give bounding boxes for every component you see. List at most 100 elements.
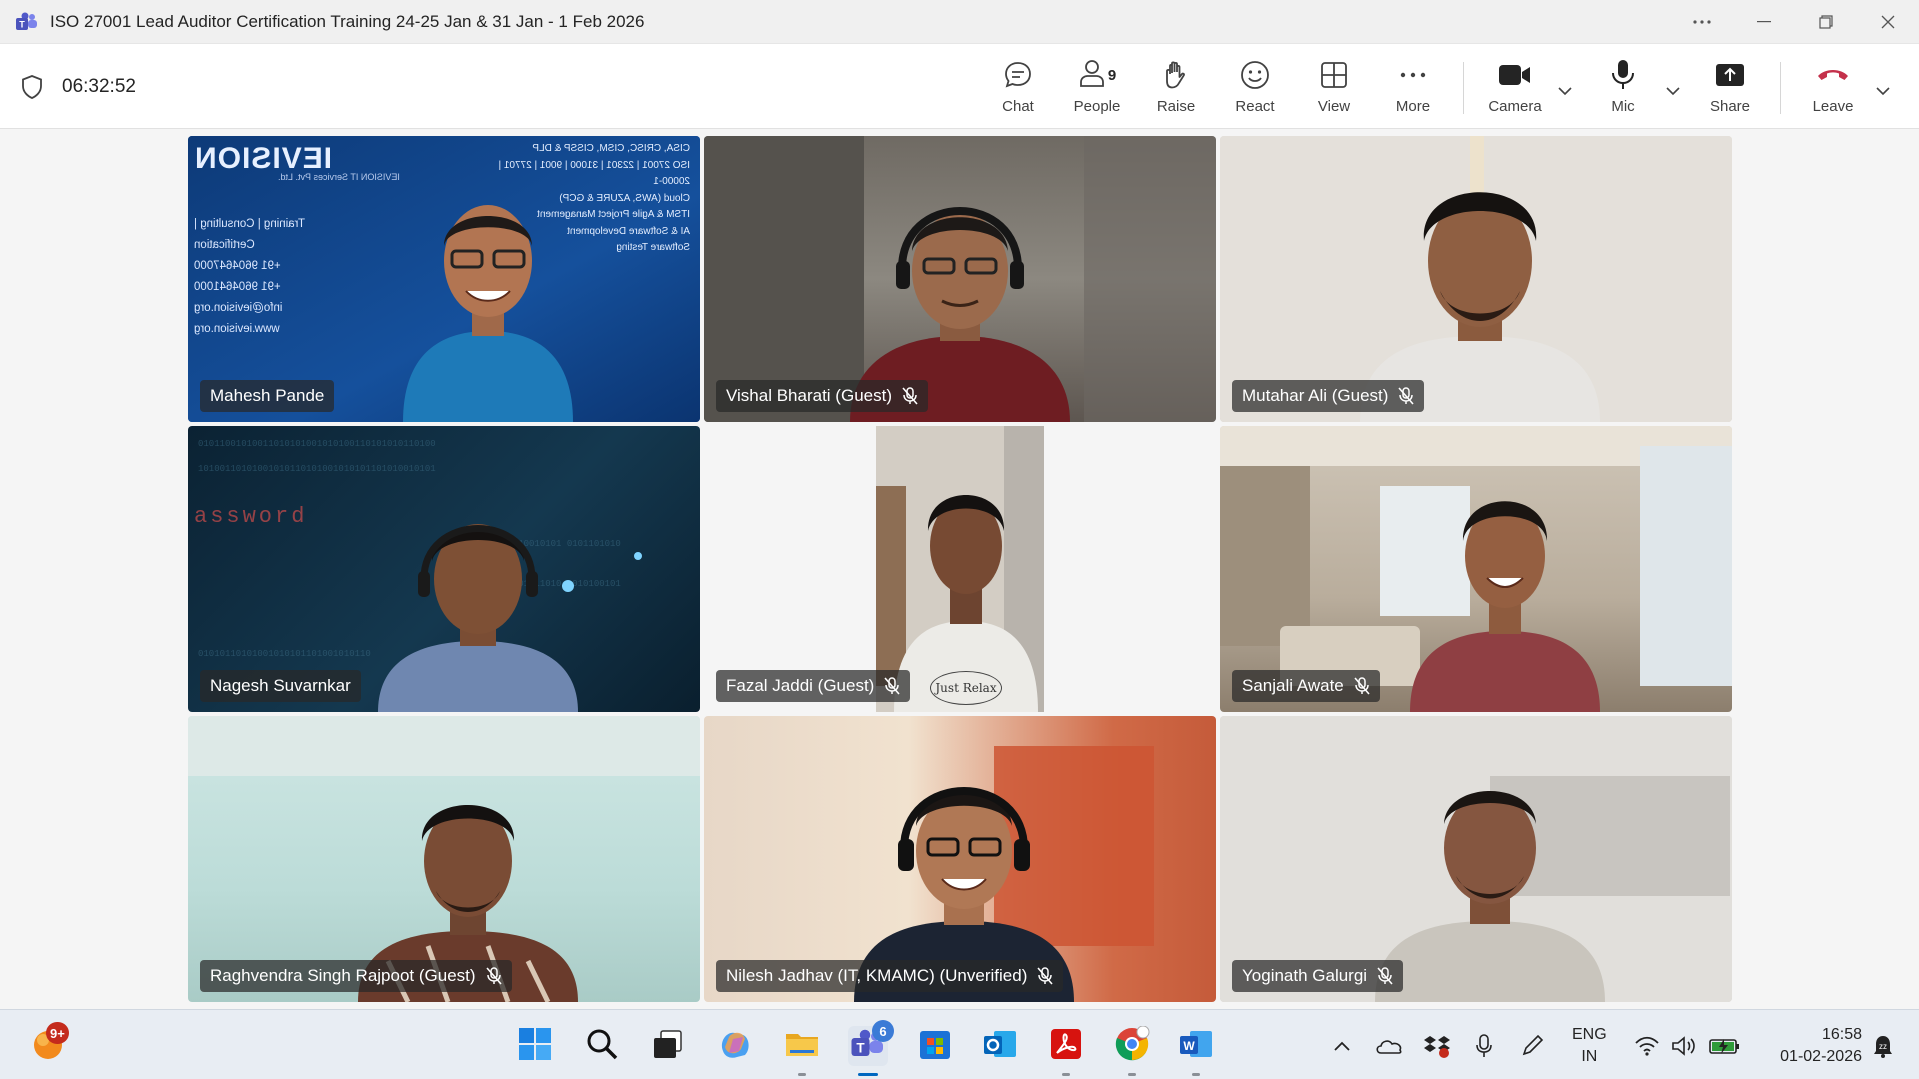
teams-icon: T [16,11,38,33]
search-button[interactable] [582,1026,622,1066]
share-label: Share [1709,98,1751,115]
window-title-bar: T ISO 27001 Lead Auditor Certification T… [0,0,1919,44]
word-icon: W [1178,1027,1214,1066]
mic-muted-icon [1377,967,1393,985]
file-explorer-button[interactable] [782,1026,822,1076]
view-button[interactable]: View [1296,56,1372,122]
onedrive-icon[interactable] [1374,1032,1404,1060]
bullet-text: ISO 27001 | 22301 | 31000 | 9001 | 27701… [498,159,690,188]
restore-button[interactable] [1795,0,1857,44]
show-hidden-icons-chevron-icon[interactable] [1330,1032,1354,1060]
participant-nametag: Raghvendra Singh Rajpoot (Guest) [200,960,512,992]
close-button[interactable] [1857,0,1919,44]
video-tile[interactable]: Yoginath Galurgi [1220,716,1732,1002]
share-button[interactable]: Share [1692,56,1768,122]
participant-name: Nilesh Jadhav (IT, KMAMC) (Unverified) [726,966,1028,985]
input-language-indicator[interactable]: ENG IN [1572,1024,1607,1068]
participant-name: Vishal Bharati (Guest) [726,386,892,405]
video-tile[interactable]: Vishal Bharati (Guest) [704,136,1216,422]
ievision-phone-1: +91 9604647000 [194,260,281,272]
leave-label: Leave [1812,98,1854,115]
camera-options-chevron-icon[interactable] [1556,82,1574,100]
search-icon [585,1027,619,1066]
participant-nametag: Fazal Jaddi (Guest) [716,670,911,702]
raise-hand-button[interactable]: Raise [1138,56,1214,122]
weather-widget-button[interactable]: 9+ [28,1022,69,1066]
teams-taskbar-button[interactable]: T 6 [848,1020,894,1076]
more-options-icon[interactable] [1671,0,1733,44]
video-tile[interactable]: IEVISION Training | Consulting | Certifi… [188,136,700,422]
task-view-button[interactable] [648,1026,688,1066]
running-indicator [798,1073,806,1076]
people-label: People [1073,98,1121,115]
wifi-icon[interactable] [1632,1032,1662,1060]
bullet-text: ITSM & Agile Project Management [537,209,690,220]
dropbox-icon[interactable] [1422,1032,1452,1060]
video-tile[interactable]: Raghvendra Singh Rajpoot (Guest) [188,716,700,1002]
video-tile[interactable]: Sanjali Awate [1220,426,1732,712]
participant-nametag: Vishal Bharati (Guest) [716,380,928,412]
ievision-bullets: CISA, CRISC, CISM, CISSP & DLP ISO 27001… [470,141,690,257]
participant-name: Mahesh Pande [210,386,325,405]
language-code: ENG [1572,1026,1607,1043]
video-tile[interactable]: Just Relax Fazal Jaddi (Guest) [704,426,1216,712]
mic-muted-icon [902,387,918,405]
system-clock[interactable]: 16:58 01-02-2026 [1760,1024,1862,1068]
notification-badge: 9+ [46,1022,69,1044]
mic-muted-icon [1037,967,1053,985]
start-button[interactable] [515,1026,555,1066]
chat-label: Chat [1002,98,1034,115]
minimize-button[interactable] [1733,0,1795,44]
microphone-icon [1610,56,1636,94]
microsoft-store-button[interactable] [915,1026,955,1066]
mic-muted-icon [1398,387,1415,405]
chat-button[interactable]: Chat [980,56,1056,122]
running-indicator [1062,1073,1070,1076]
password-text: assword [194,504,308,529]
people-button[interactable]: 9 People [1059,56,1135,122]
leave-options-chevron-icon[interactable] [1874,82,1892,100]
folder-icon [784,1028,820,1065]
svg-text:T: T [19,19,25,29]
battery-charging-icon[interactable] [1708,1032,1742,1060]
hang-up-icon [1816,56,1850,94]
region-code: IN [1581,1048,1598,1065]
leave-button[interactable]: Leave [1795,56,1871,122]
clock-date: 01-02-2026 [1780,1048,1862,1065]
pen-icon[interactable] [1518,1032,1546,1060]
view-label: View [1317,98,1351,115]
word-button[interactable]: W [1176,1026,1216,1076]
share-screen-icon [1714,56,1746,94]
raise-label: Raise [1156,98,1196,115]
shield-icon [20,74,44,100]
participant-name: Sanjali Awate [1242,676,1344,695]
emoji-icon [1239,56,1271,94]
toolbar-divider [1463,62,1464,114]
outlook-button[interactable] [980,1026,1020,1066]
svg-text:zz: zz [1879,1042,1887,1051]
participant-name: Mutahar Ali (Guest) [1242,386,1389,405]
mic-button[interactable]: Mic [1585,56,1661,122]
video-tile[interactable]: Nilesh Jadhav (IT, KMAMC) (Unverified) [704,716,1216,1002]
video-tile[interactable]: Mutahar Ali (Guest) [1220,136,1732,422]
video-tile[interactable]: 0101100101001101010100101010011010101011… [188,426,700,712]
microphone-tray-icon[interactable] [1472,1032,1496,1060]
acrobat-button[interactable] [1046,1026,1086,1076]
more-button[interactable]: More [1375,56,1451,122]
people-count: 9 [1107,66,1117,84]
ievision-phone-2: +91 9604641000 [194,281,281,293]
window-title: ISO 27001 Lead Auditor Certification Tra… [50,11,645,31]
volume-icon[interactable] [1670,1032,1700,1060]
ievision-tagline: IEVISION IT Services Pvt. Ltd. [278,172,400,182]
bullet-text: CISA, CRISC, CISM, CISSP & DLP [532,143,690,154]
windows-taskbar: 9+ T 6 W ENG IN 16:58 01-02-2026 zz [0,1009,1919,1079]
chrome-button[interactable] [1112,1025,1152,1076]
mic-options-chevron-icon[interactable] [1664,82,1682,100]
react-button[interactable]: React [1217,56,1293,122]
notifications-bell-icon[interactable]: zz [1868,1032,1898,1060]
ievision-contact-lines: Training | Consulting | Certification +9… [194,214,364,340]
camera-button[interactable]: Camera [1477,56,1553,122]
mic-muted-icon [884,677,900,695]
copilot-button[interactable] [715,1026,755,1066]
svg-text:W: W [1183,1039,1195,1053]
